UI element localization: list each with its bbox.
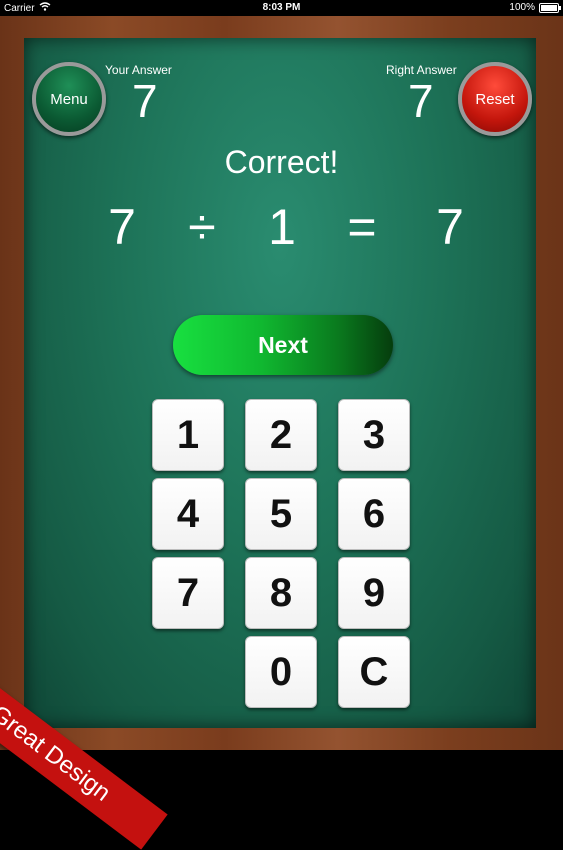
equation-answer: 7 — [436, 199, 464, 255]
key-4[interactable]: 4 — [152, 478, 224, 550]
key-3[interactable]: 3 — [338, 399, 410, 471]
equation-equals: = — [347, 199, 377, 255]
key-8[interactable]: 8 — [245, 557, 317, 629]
key-7[interactable]: 7 — [152, 557, 224, 629]
status-bar: Carrier 8:03 PM 100% — [0, 0, 563, 16]
result-text: Correct! — [224, 144, 339, 180]
key-9[interactable]: 9 — [338, 557, 410, 629]
key-1[interactable]: 1 — [152, 399, 224, 471]
key-clear[interactable]: C — [338, 636, 410, 708]
equation-left-operand: 7 — [108, 199, 136, 255]
reset-button-label: Reset — [475, 90, 515, 108]
equation-operator: ÷ — [188, 199, 216, 255]
menu-button-label: Menu — [50, 90, 88, 108]
battery-icon — [539, 2, 561, 13]
key-0[interactable]: 0 — [245, 636, 317, 708]
right-answer-value: 7 — [408, 75, 434, 127]
reset-button[interactable]: Reset — [458, 62, 532, 136]
menu-button[interactable]: Menu — [32, 62, 106, 136]
key-5[interactable]: 5 — [245, 478, 317, 550]
status-right: 100% — [509, 2, 561, 13]
equation-right-operand: 1 — [268, 199, 296, 255]
your-answer-value: 7 — [132, 75, 158, 127]
battery-percent: 100% — [509, 2, 535, 13]
status-time: 8:03 PM — [262, 2, 301, 13]
key-6[interactable]: 6 — [338, 478, 410, 550]
key-2[interactable]: 2 — [245, 399, 317, 471]
next-button-label: Next — [258, 331, 308, 358]
next-button[interactable]: Next — [173, 315, 393, 375]
